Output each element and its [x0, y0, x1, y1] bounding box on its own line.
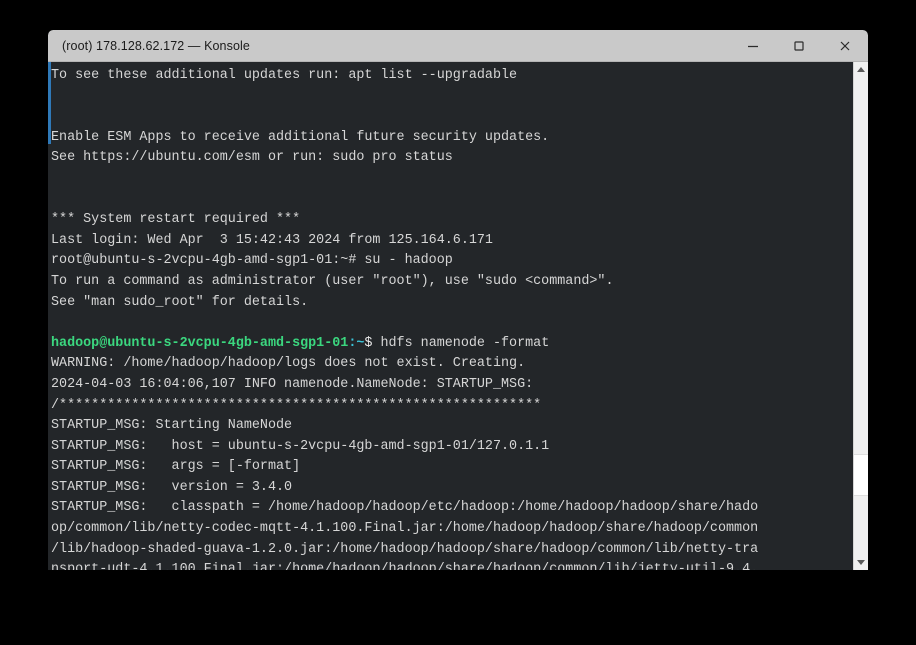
terminal-output[interactable]: To see these additional updates run: apt…: [48, 62, 853, 570]
close-button[interactable]: [822, 30, 868, 62]
konsole-window: (root) 178.128.62.172 — Konsole To see t…: [48, 30, 868, 570]
scrollbar-thumb[interactable]: [854, 454, 868, 496]
terminal-line: See "man sudo_root" for details.: [51, 294, 309, 310]
chevron-down-icon: [857, 560, 865, 565]
close-icon: [840, 41, 850, 50]
scroll-down-arrow[interactable]: [854, 555, 868, 570]
prompt-sigil: $: [364, 335, 381, 351]
window-titlebar[interactable]: (root) 178.128.62.172 — Konsole: [48, 30, 868, 62]
window-controls: [730, 30, 868, 61]
minimize-button[interactable]: [730, 30, 776, 62]
terminal-line: /lib/hadoop-shaded-guava-1.2.0.jar:/home…: [51, 541, 759, 557]
terminal-line: STARTUP_MSG: Starting NameNode: [51, 418, 293, 434]
prompt-path: :~: [348, 335, 365, 351]
terminal-lines: To see these additional updates run: apt…: [48, 66, 853, 570]
terminal-scrollbar[interactable]: [853, 62, 868, 570]
terminal-line: 2024-04-03 16:04:06,107 INFO namenode.Na…: [51, 376, 534, 392]
terminal-line: See https://ubuntu.com/esm or run: sudo …: [51, 150, 453, 166]
terminal-line: *** System restart required ***: [51, 212, 301, 228]
window-title: (root) 178.128.62.172 — Konsole: [62, 38, 250, 53]
terminal-prompt-line: hadoop@ubuntu-s-2vcpu-4gb-amd-sgp1-01:~$…: [51, 334, 853, 355]
terminal-line: Enable ESM Apps to receive additional fu…: [51, 129, 550, 145]
terminal-area: To see these additional updates run: apt…: [48, 62, 868, 570]
terminal-line: STARTUP_MSG: host = ubuntu-s-2vcpu-4gb-a…: [51, 438, 550, 454]
maximize-button[interactable]: [776, 30, 822, 62]
terminal-line: STARTUP_MSG: version = 3.4.0: [51, 479, 293, 495]
prompt-user-host: hadoop@ubuntu-s-2vcpu-4gb-amd-sgp1-01: [51, 335, 349, 351]
terminal-line: STARTUP_MSG: args = [-format]: [51, 459, 301, 475]
minimize-icon: [748, 45, 758, 47]
terminal-line: nsport-udt-4.1.100.Final.jar:/home/hadoo…: [51, 562, 759, 570]
terminal-line: root@ubuntu-s-2vcpu-4gb-amd-sgp1-01:~# s…: [51, 253, 453, 269]
chevron-up-icon: [857, 67, 865, 72]
maximize-icon: [794, 40, 804, 51]
terminal-line: To run a command as administrator (user …: [51, 273, 614, 289]
prompt-command: hdfs namenode -format: [380, 335, 550, 351]
terminal-line: /***************************************…: [51, 397, 542, 413]
terminal-line: STARTUP_MSG: classpath = /home/hadoop/ha…: [51, 500, 759, 516]
terminal-line: op/common/lib/netty-codec-mqtt-4.1.100.F…: [51, 521, 759, 537]
terminal-line: Last login: Wed Apr 3 15:42:43 2024 from…: [51, 232, 493, 248]
terminal-line: WARNING: /home/hadoop/hadoop/logs does n…: [51, 356, 526, 372]
terminal-line: To see these additional updates run: apt…: [51, 68, 518, 83]
scroll-up-arrow[interactable]: [854, 62, 868, 77]
